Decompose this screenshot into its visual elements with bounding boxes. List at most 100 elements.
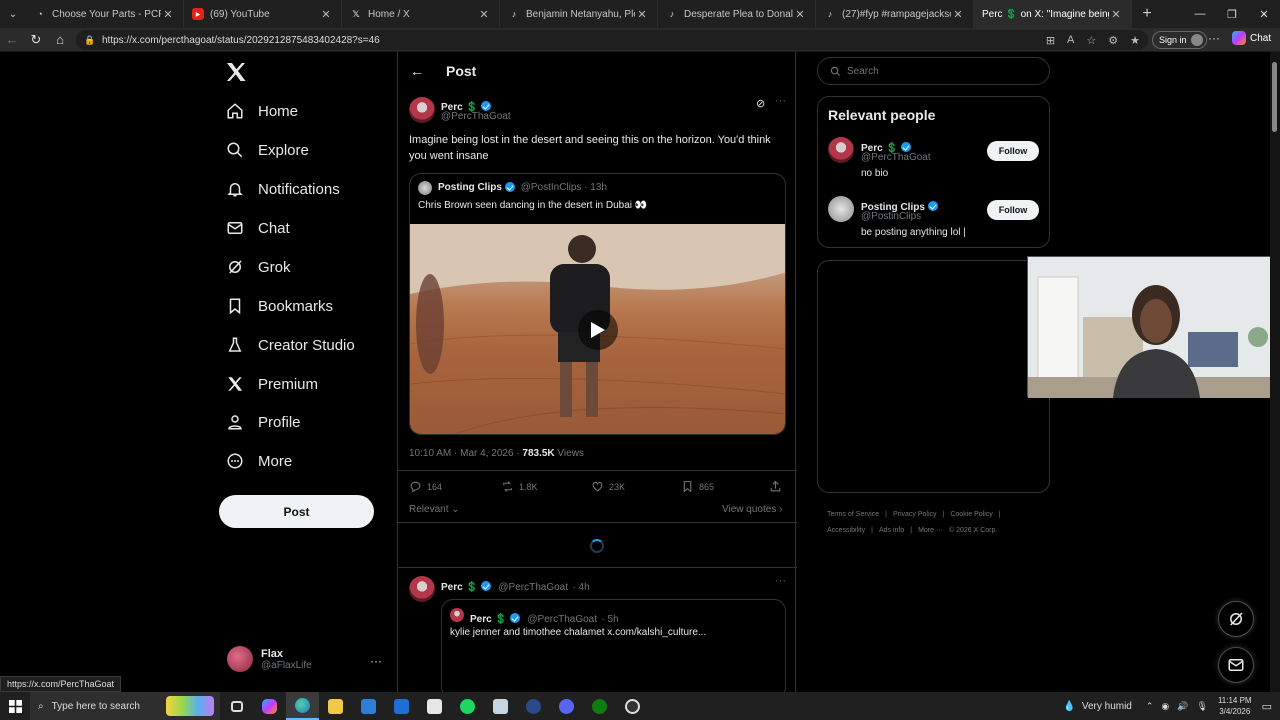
account-more-icon[interactable]: ··· (370, 654, 382, 668)
back-icon[interactable]: ← (0, 28, 24, 52)
avatar[interactable] (828, 137, 854, 163)
x-logo-icon[interactable] (224, 60, 248, 84)
avatar[interactable] (409, 97, 435, 123)
microphone-icon[interactable]: 🎙 (1197, 701, 1208, 712)
home-icon[interactable]: ⌂ (48, 28, 72, 52)
close-tab-icon[interactable]: ✕ (635, 8, 649, 21)
edge-browser-icon[interactable] (286, 692, 319, 720)
play-button[interactable] (578, 310, 618, 350)
nav-item-bookmarks[interactable]: Bookmarks (226, 293, 333, 319)
follow-button[interactable]: Follow (987, 200, 1039, 220)
app-available-icon[interactable]: ⊞ (1046, 34, 1055, 47)
grok-fab-button[interactable] (1218, 601, 1254, 637)
refresh-icon[interactable]: ↻ (24, 28, 48, 52)
more-options-icon[interactable]: ··· (775, 575, 786, 587)
volume-icon[interactable]: 🔊 (1177, 701, 1188, 712)
restore-icon[interactable]: ❐ (1216, 0, 1248, 28)
footer-link-more[interactable]: More ··· (918, 527, 943, 534)
nav-item-more[interactable]: More (226, 448, 292, 474)
browser-menu-icon[interactable]: ··· (1208, 31, 1220, 45)
sign-in-button[interactable]: Sign in (1152, 31, 1207, 49)
person-handle[interactable]: @PostinClips (861, 211, 921, 222)
nav-item-home[interactable]: Home (226, 98, 298, 124)
close-tab-icon[interactable]: ✕ (1109, 8, 1123, 21)
nav-item-chat[interactable]: Chat (226, 215, 290, 241)
post-timestamp[interactable]: 10:10 AM · Mar 4, 2026 · (409, 448, 522, 459)
spotify-icon[interactable] (451, 692, 484, 720)
quoted-post[interactable]: Perc 💲 @PercThaGoat · 5h kylie jenner an… (441, 599, 786, 692)
xbox-icon[interactable] (583, 692, 616, 720)
extensions-icon[interactable]: ⚙ (1108, 34, 1118, 47)
post-button[interactable]: Post (219, 495, 374, 528)
network-icon[interactable]: ◉ (1161, 701, 1169, 712)
share-button[interactable] (769, 480, 782, 493)
footer-link-cookies[interactable]: Cookie Policy (950, 511, 992, 518)
bookmark-button[interactable]: 865 (681, 480, 714, 493)
nav-item-grok[interactable]: Grok (226, 254, 291, 280)
view-quotes-link[interactable]: View quotes › (722, 504, 782, 515)
footer-link-accessibility[interactable]: Accessibility (827, 527, 865, 534)
author-handle[interactable]: @PercThaGoat (441, 111, 511, 122)
weather-widget[interactable]: 💧 Very humid (1063, 701, 1131, 712)
nav-item-premium[interactable]: Premium (226, 371, 318, 397)
video-player[interactable] (410, 224, 785, 434)
footer-link-privacy[interactable]: Privacy Policy (893, 511, 937, 518)
reply-sort-dropdown[interactable]: Relevant ⌄ (409, 504, 460, 515)
nav-item-notifications[interactable]: Notifications (226, 176, 340, 202)
notification-center-icon[interactable]: ▭ (1262, 700, 1272, 713)
media-player-icon[interactable] (517, 692, 550, 720)
browser-tab[interactable]: ♪ Benjamin Netanyahu, Please Save✕ (500, 0, 658, 28)
person-handle[interactable]: @PercThaGoat (861, 152, 931, 163)
avatar[interactable] (828, 196, 854, 222)
browser-tab[interactable]: ▶ (69) YouTube ✕ (184, 0, 342, 28)
discord-icon[interactable] (550, 692, 583, 720)
grok-icon[interactable]: ⊘ (756, 97, 765, 110)
close-window-icon[interactable]: ✕ (1248, 0, 1280, 28)
close-tab-icon[interactable]: ✕ (477, 8, 491, 21)
page-scrollbar[interactable] (1270, 52, 1280, 692)
microsoft-store-icon[interactable] (352, 692, 385, 720)
close-tab-icon[interactable]: ✕ (319, 8, 333, 21)
nav-item-creator-studio[interactable]: Creator Studio (226, 332, 355, 358)
more-options-icon[interactable]: ··· (775, 95, 786, 107)
search-input[interactable]: Search (817, 57, 1050, 85)
steam-icon[interactable] (484, 692, 517, 720)
reply-author[interactable]: Perc 💲 @PercThaGoat · 4h (441, 577, 590, 595)
favorites-icon[interactable]: ★ (1130, 34, 1140, 47)
file-explorer-icon[interactable] (319, 692, 352, 720)
browser-tab[interactable]: ♪ (27)#fyp #rampagejackson | TikTok✕ (816, 0, 974, 28)
taskbar-search-input[interactable]: ⌕ Type here to search (30, 692, 220, 720)
close-tab-icon[interactable]: ✕ (951, 8, 965, 21)
like-button[interactable]: 23K (591, 480, 625, 493)
messages-fab-button[interactable] (1218, 647, 1254, 683)
show-hidden-icons-icon[interactable]: ⌃ (1146, 701, 1154, 712)
tab-actions-menu-icon[interactable]: ⌄ (0, 0, 26, 28)
reply-button[interactable]: 164 (409, 480, 442, 493)
clock[interactable]: 11:14 PM 3/4/2026 (1218, 695, 1252, 717)
footer-link-ads-info[interactable]: Ads info (879, 527, 904, 534)
read-aloud-icon[interactable]: A (1067, 34, 1074, 46)
close-tab-icon[interactable]: ✕ (161, 8, 175, 21)
copilot-taskbar-icon[interactable] (253, 692, 286, 720)
obs-icon[interactable] (616, 692, 649, 720)
nav-item-explore[interactable]: Explore (226, 137, 309, 163)
browser-tab-active[interactable]: Perc 💲 on X: "Imagine being lost✕ (974, 0, 1132, 28)
notepad-icon[interactable] (418, 692, 451, 720)
copilot-chat-button[interactable]: Chat (1232, 31, 1271, 45)
url-bar[interactable]: 🔒 https://x.com/percthagoat/status/20292… (76, 30, 1148, 50)
mail-app-icon[interactable] (385, 692, 418, 720)
back-arrow-icon[interactable]: ← (410, 63, 426, 79)
quoted-post[interactable]: Posting Clips @PostInClips · 13h Chris B… (409, 173, 786, 435)
browser-tab[interactable]: 𝕏 Home / X ✕ (342, 0, 500, 28)
minimize-icon[interactable]: — (1184, 0, 1216, 28)
follow-button[interactable]: Follow (987, 141, 1039, 161)
avatar[interactable] (409, 576, 435, 602)
scrollbar-thumb[interactable] (1272, 62, 1277, 132)
favorite-star-icon[interactable]: ☆ (1086, 34, 1096, 47)
account-switcher[interactable]: Flax @aFlaxLife (227, 646, 312, 672)
repost-button[interactable]: 1.8K (501, 480, 538, 493)
close-tab-icon[interactable]: ✕ (793, 8, 807, 21)
task-view-icon[interactable] (220, 692, 253, 720)
nav-item-profile[interactable]: Profile (226, 409, 301, 435)
windows-start-button[interactable] (0, 699, 30, 713)
